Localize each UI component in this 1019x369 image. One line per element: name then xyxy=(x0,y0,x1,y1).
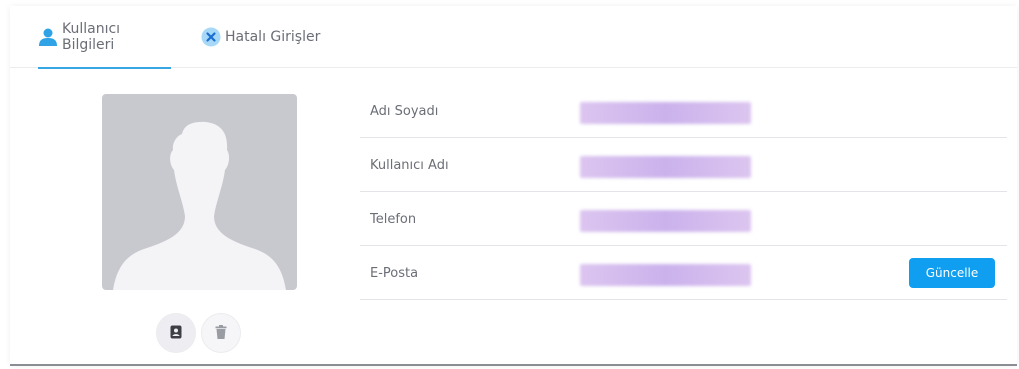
field-row-email: E-Posta Güncelle xyxy=(360,246,1007,300)
profile-photo xyxy=(102,94,297,290)
field-row-full-name: Adı Soyadı xyxy=(360,84,1007,138)
update-button[interactable]: Güncelle xyxy=(909,258,995,288)
avatar-placeholder-icon xyxy=(113,121,286,290)
field-value-redacted xyxy=(580,156,751,178)
user-profile-card: Kullanıcı Bilgileri Hatalı Girişler Adı … xyxy=(10,6,1017,366)
field-label: Telefon xyxy=(370,211,417,227)
user-icon xyxy=(38,27,58,47)
change-photo-button[interactable] xyxy=(156,313,196,353)
field-row-phone: Telefon xyxy=(360,192,1007,246)
tab-bar: Kullanıcı Bilgileri Hatalı Girişler xyxy=(10,6,1017,69)
field-value-redacted xyxy=(580,210,751,232)
field-label: E-Posta xyxy=(370,265,419,281)
tab-user-info[interactable]: Kullanıcı Bilgileri xyxy=(38,6,171,69)
tab-label: Kullanıcı Bilgileri xyxy=(62,21,121,53)
tab-label: Hatalı Girişler xyxy=(225,29,321,45)
tab-failed-logins[interactable]: Hatalı Girişler xyxy=(201,6,320,68)
field-value-redacted xyxy=(580,102,751,124)
field-value-redacted xyxy=(580,264,751,286)
field-label: Kullanıcı Adı xyxy=(370,157,449,173)
delete-photo-button[interactable] xyxy=(201,313,241,353)
contact-card-icon xyxy=(170,324,182,343)
trash-icon xyxy=(215,324,227,343)
field-label: Adı Soyadı xyxy=(370,103,439,119)
close-circle-icon xyxy=(201,27,221,47)
user-info-list: Adı Soyadı Kullanıcı Adı Telefon E-Posta… xyxy=(360,84,1007,300)
field-row-username: Kullanıcı Adı xyxy=(360,138,1007,192)
